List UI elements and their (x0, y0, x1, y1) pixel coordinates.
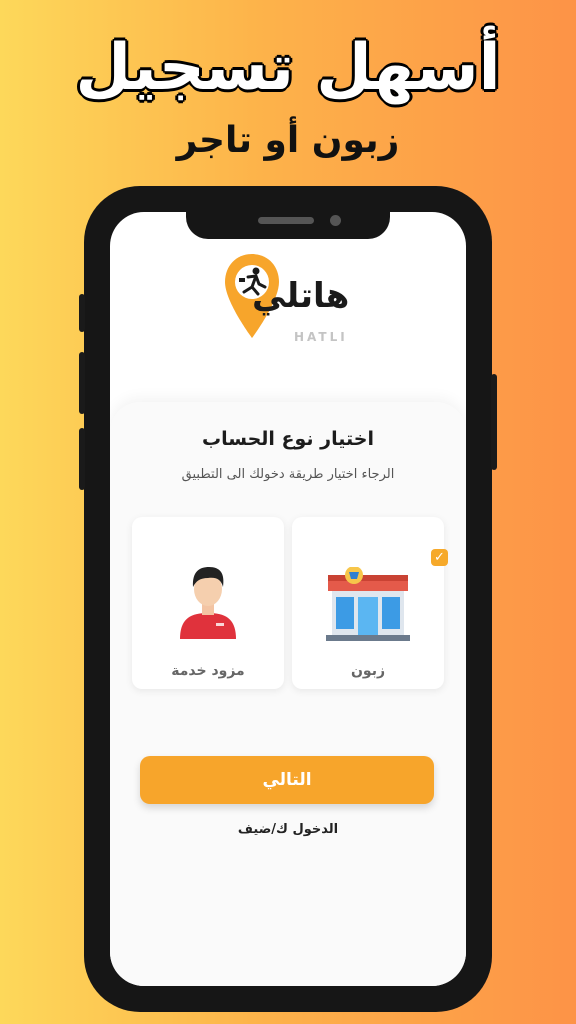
phone-power-button (491, 374, 497, 470)
option-card-provider[interactable]: مزود خدمة (132, 517, 284, 689)
selected-check-icon: ✓ (431, 549, 448, 566)
option-card-customer[interactable]: ✓ زبون (292, 517, 448, 689)
phone-screen: هاتلي HATLI اختيار نوع الحساب الرجاء اخت… (110, 212, 466, 986)
logo-text: هاتلي (252, 276, 350, 316)
page-title: اختيار نوع الحساب (202, 428, 374, 450)
page-subtitle: الرجاء اختيار طريقة دخولك الى التطبيق (181, 467, 395, 482)
phone-camera (330, 215, 341, 226)
phone-volume-down-button (79, 428, 85, 490)
app-logo: هاتلي HATLI (222, 252, 357, 344)
guest-login-link[interactable]: الدخول ك/ضيف (110, 822, 466, 837)
phone-volume-up-button (79, 352, 85, 414)
person-icon (180, 567, 236, 639)
option-label-provider: مزود خدمة (171, 663, 245, 679)
option-label-customer: زبون (350, 663, 386, 679)
shop-icon (326, 567, 410, 641)
account-type-sheet (110, 402, 466, 986)
logo-latin-text: HATLI (294, 330, 348, 344)
next-button[interactable]: التالي (140, 756, 434, 804)
phone-mute-button (79, 294, 85, 332)
phone-speaker (258, 217, 314, 224)
promo-headline: أسهل تسجيل (74, 30, 502, 107)
promo-subheadline: زبون أو تاجر (176, 120, 400, 161)
